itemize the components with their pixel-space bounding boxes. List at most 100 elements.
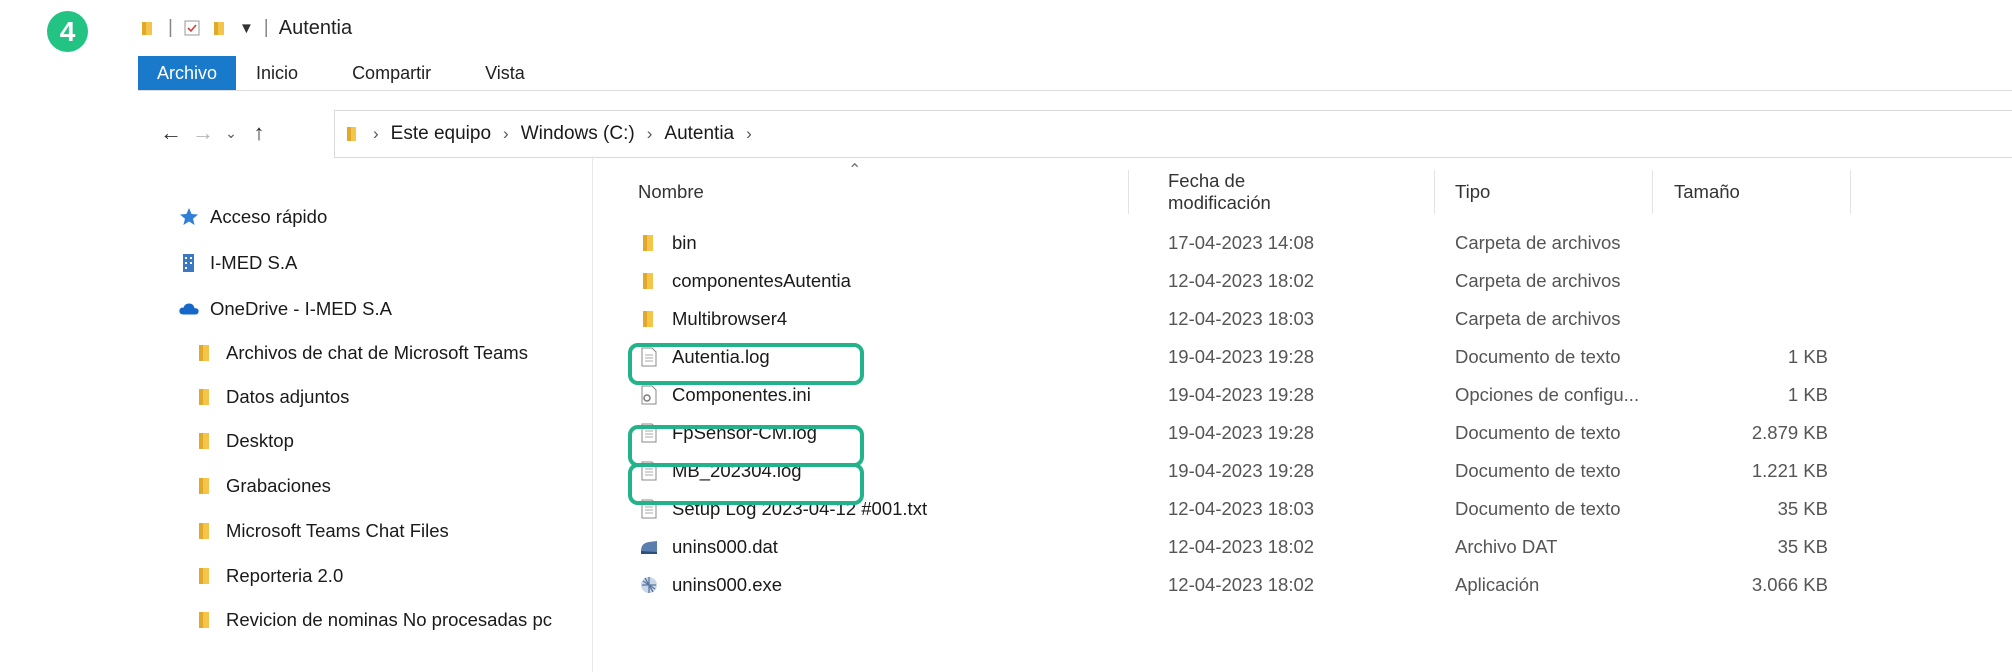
- folder-icon: [638, 308, 660, 330]
- new-folder-icon[interactable]: [211, 19, 229, 37]
- file-name: unins000.dat: [672, 536, 778, 557]
- star-icon: [178, 207, 200, 227]
- column-divider[interactable]: [1434, 170, 1435, 214]
- sidebar-item-folder[interactable]: Datos adjuntos: [194, 386, 349, 408]
- forward-arrow-icon[interactable]: →: [187, 120, 219, 146]
- chevron-right-icon: ›: [373, 124, 379, 143]
- folder-icon: [194, 387, 216, 407]
- file-type: Documento de texto: [1455, 498, 1621, 519]
- highlight-mb-log: [628, 463, 864, 505]
- folder-icon: [194, 343, 216, 363]
- breadcrumb-autentia[interactable]: Autentia: [664, 123, 734, 145]
- sidebar-item-label: I-MED S.A: [210, 252, 298, 273]
- folder-icon: [194, 476, 216, 496]
- breadcrumb-windows-c[interactable]: Windows (C:): [521, 123, 635, 145]
- file-size: 2.879 KB: [1751, 422, 1828, 443]
- file-date: 17-04-2023 14:08: [1168, 232, 1315, 253]
- file-row[interactable]: Multibrowser4 12-04-2023 18:03 Carpeta d…: [610, 300, 1850, 338]
- file-row[interactable]: componentesAutentia 12-04-2023 18:02 Car…: [610, 262, 1850, 300]
- title-bar: | ▼ | Autentia: [140, 14, 352, 42]
- file-size: [1640, 300, 1828, 338]
- sidebar-item-label: OneDrive - I-MED S.A: [210, 298, 392, 319]
- column-header-nombre[interactable]: Nombre: [638, 170, 704, 214]
- sidebar-item-quick-access[interactable]: Acceso rápido: [178, 206, 327, 228]
- file-type: Aplicación: [1455, 574, 1540, 595]
- sidebar-item-folder[interactable]: Desktop: [194, 430, 294, 452]
- ini-file-icon: [638, 384, 660, 406]
- sidebar-item-label: Grabaciones: [226, 475, 331, 496]
- sidebar-item-label: Microsoft Teams Chat Files: [226, 520, 449, 541]
- sort-ascending-icon: ⌃: [848, 162, 862, 179]
- file-type: Documento de texto: [1455, 346, 1621, 367]
- file-row[interactable]: unins000.exe 12-04-2023 18:02 Aplicación…: [610, 566, 1850, 604]
- file-size: 35 KB: [1777, 498, 1828, 519]
- sidebar-item-org[interactable]: I-MED S.A: [178, 252, 297, 274]
- customize-toolbar-icon[interactable]: ▼: [239, 20, 254, 37]
- column-divider[interactable]: [1128, 170, 1129, 214]
- column-divider[interactable]: [1850, 170, 1851, 214]
- file-type: Documento de texto: [1455, 422, 1621, 443]
- file-name: componentesAutentia: [672, 270, 851, 291]
- file-size: [1640, 262, 1828, 300]
- column-header-tamano[interactable]: Tamaño: [1674, 170, 1740, 214]
- file-type: Opciones de configu...: [1455, 384, 1640, 405]
- recent-locations-chevron-icon[interactable]: ⌄: [219, 125, 243, 142]
- file-size: 35 KB: [1777, 536, 1828, 557]
- file-size: 1 KB: [1787, 384, 1828, 405]
- breadcrumb-este-equipo[interactable]: Este equipo: [391, 123, 491, 145]
- file-date: 12-04-2023 18:03: [1168, 308, 1315, 329]
- sidebar-item-folder[interactable]: Microsoft Teams Chat Files: [194, 520, 449, 542]
- file-size: 1.221 KB: [1751, 460, 1828, 481]
- dat-file-icon: [638, 536, 660, 558]
- column-divider[interactable]: [1652, 170, 1653, 214]
- tab-archivo[interactable]: Archivo: [138, 56, 237, 90]
- file-name: unins000.exe: [672, 574, 783, 595]
- file-type: Documento de texto: [1455, 460, 1621, 481]
- sidebar-item-label: Revicion de nominas No procesadas pc: [226, 609, 552, 630]
- sidebar-item-folder[interactable]: Archivos de chat de Microsoft Teams: [194, 342, 528, 364]
- toolbar-separator: |: [168, 17, 173, 38]
- folder-icon: [638, 270, 660, 292]
- sidebar-item-onedrive[interactable]: OneDrive - I-MED S.A: [178, 298, 392, 320]
- column-header-fecha[interactable]: Fecha de modificación: [1168, 170, 1271, 214]
- file-type: Carpeta de archivos: [1455, 232, 1621, 253]
- chevron-right-icon[interactable]: ›: [647, 124, 653, 144]
- sidebar-item-label: Reporteria 2.0: [226, 565, 344, 586]
- pane-divider[interactable]: [592, 156, 593, 672]
- chevron-right-icon[interactable]: ›: [503, 124, 509, 144]
- file-row[interactable]: unins000.dat 12-04-2023 18:02 Archivo DA…: [610, 528, 1850, 566]
- file-size: [1640, 224, 1828, 262]
- navigation-buttons: ← → ⌄ ↑: [155, 118, 275, 148]
- toolbar-separator: |: [263, 17, 269, 38]
- tab-compartir[interactable]: Compartir: [318, 56, 451, 90]
- address-bar[interactable]: › Este equipo › Windows (C:) › Autentia …: [334, 110, 2012, 158]
- properties-icon[interactable]: [183, 19, 201, 37]
- window-title: Autentia: [278, 16, 353, 39]
- ribbon-tabs: Archivo Inicio Compartir Vista: [138, 56, 2012, 91]
- back-arrow-icon[interactable]: ←: [155, 120, 187, 146]
- folder-icon: [347, 127, 356, 141]
- file-date: 19-04-2023 19:28: [1168, 384, 1315, 405]
- folder-icon[interactable]: [140, 19, 158, 37]
- sidebar-item-folder[interactable]: Reporteria 2.0: [194, 565, 343, 587]
- chevron-right-icon[interactable]: ›: [746, 124, 752, 144]
- file-date: 12-04-2023 18:02: [1168, 270, 1315, 291]
- tab-inicio[interactable]: Inicio: [236, 56, 318, 90]
- up-arrow-icon[interactable]: ↑: [243, 120, 275, 146]
- file-date: 19-04-2023 19:28: [1168, 460, 1315, 481]
- file-row[interactable]: bin 17-04-2023 14:08 Carpeta de archivos: [610, 224, 1850, 262]
- file-type: Carpeta de archivos: [1455, 270, 1621, 291]
- file-name: Multibrowser4: [672, 308, 788, 329]
- column-header-tipo[interactable]: Tipo: [1455, 170, 1490, 214]
- file-date: 12-04-2023 18:03: [1168, 498, 1315, 519]
- sidebar-item-folder[interactable]: Grabaciones: [194, 475, 331, 497]
- building-icon: [178, 253, 200, 273]
- highlight-fpsensor-log: [628, 425, 864, 467]
- folder-icon: [194, 610, 216, 630]
- tab-vista[interactable]: Vista: [451, 56, 545, 90]
- folder-icon: [638, 232, 660, 254]
- sidebar-item-label: Desktop: [226, 430, 294, 451]
- file-date: 19-04-2023 19:28: [1168, 346, 1315, 367]
- sidebar-item-folder[interactable]: Revicion de nominas No procesadas pc: [194, 609, 552, 631]
- folder-icon: [194, 431, 216, 451]
